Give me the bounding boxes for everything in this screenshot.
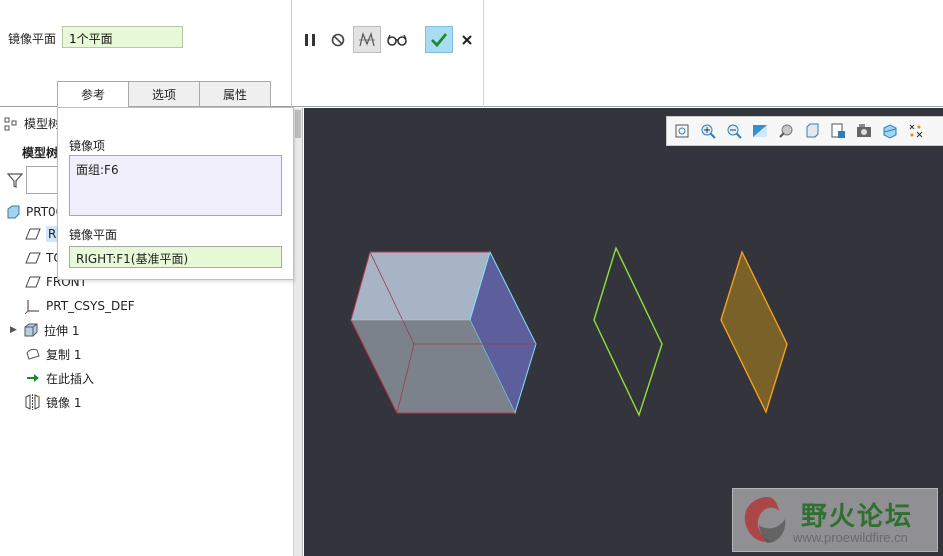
tree-item-label: 镜像 1 (46, 395, 82, 410)
zoom-in-icon[interactable] (699, 122, 717, 140)
mirror-plane-collector[interactable]: 1个平面 (62, 26, 183, 48)
watermark-title: 野火论坛 (801, 502, 914, 532)
tree-item-mirror[interactable]: * 镜像 1 (24, 391, 81, 413)
tab-properties[interactable]: 属性 (199, 81, 271, 107)
display-style-icon[interactable] (777, 122, 795, 140)
expand-arrow-icon[interactable]: ▶ (10, 325, 20, 335)
model-tree-icon (4, 117, 17, 130)
refit-icon[interactable] (673, 122, 691, 140)
tree-item-csys[interactable]: PRT_CSYS_DEF (24, 295, 135, 317)
references-panel: 镜像项 面组:F6 镜像平面 RIGHT:F1(基准平面) (57, 107, 294, 280)
no-preview-button[interactable] (324, 26, 352, 53)
tree-item-extrude[interactable]: ▶ 拉伸 1 (0, 319, 79, 341)
verify-button[interactable] (383, 26, 411, 53)
no-preview-icon (331, 33, 345, 46)
extrude-solid (351, 252, 536, 413)
tab-options[interactable]: 选项 (128, 81, 200, 107)
copy-icon (24, 346, 42, 362)
view-manager-icon[interactable] (829, 122, 847, 140)
mirror-items-label: 镜像项 (69, 139, 106, 153)
tree-item-copy[interactable]: 复制 1 (24, 343, 81, 365)
datum-plane-icon (24, 274, 42, 290)
datum-display-icon[interactable] (907, 122, 925, 140)
watermark: 野火论坛 www.proewildfire.cn (732, 488, 938, 552)
tree-scrollbar[interactable] (293, 108, 302, 556)
mirror-plane-label: 镜像平面 (8, 32, 57, 46)
tree-item-label: 拉伸 1 (44, 323, 80, 338)
mirror-icon: * (24, 394, 42, 410)
apply-check-icon (431, 32, 448, 47)
dashboard-left-section: 镜像平面 1个平面 参考 选项 属性 (0, 0, 292, 107)
csys-icon (24, 298, 42, 314)
tree-item-label: PRT_CSYS_DEF (46, 299, 135, 313)
model-tree-title: 模型树 (24, 117, 61, 131)
section-icon[interactable] (881, 122, 899, 140)
tree-item-label: 在此插入 (46, 371, 95, 386)
insert-here-arrow-icon (24, 370, 42, 386)
cancel-button[interactable] (453, 26, 481, 53)
mirror-dashboard: 镜像平面 1个平面 参考 选项 属性 (0, 0, 943, 107)
extrude-top-face (351, 252, 490, 320)
dashboard-controls (293, 0, 484, 107)
extrude-side-face (469, 250, 537, 415)
pause-button[interactable] (296, 26, 324, 53)
geometry-preview-icon (359, 31, 375, 46)
perspective-icon[interactable] (855, 122, 873, 140)
extrude-icon (22, 322, 40, 338)
watermark-logo-icon (744, 497, 786, 543)
svg-text:*: * (37, 394, 41, 402)
watermark-url: www.proewildfire.cn (793, 530, 908, 545)
tree-item-insert-here[interactable]: 在此插入 (24, 367, 94, 389)
datum-plane-icon (24, 226, 42, 242)
saved-views-icon[interactable] (803, 122, 821, 140)
model-tree-subtitle: 模型树 (22, 146, 59, 160)
verify-glasses-icon (387, 34, 407, 46)
cancel-x-icon (462, 34, 472, 45)
zoom-out-icon[interactable] (725, 122, 743, 140)
mirror-items-collector[interactable]: 面组:F6 (69, 155, 282, 216)
filter-icon[interactable] (6, 171, 24, 189)
graphics-window[interactable]: 野火论坛 www.proewildfire.cn (304, 108, 943, 556)
mirror-plane-panel-label: 镜像平面 (69, 228, 118, 242)
part-icon (4, 204, 22, 220)
copied-surface-outline (593, 246, 663, 417)
dashboard-tabs: 参考 选项 属性 (57, 81, 271, 107)
mirrored-surface (720, 250, 788, 414)
pause-icon (305, 33, 315, 46)
mirror-plane-panel-collector[interactable]: RIGHT:F1(基准平面) (69, 246, 282, 268)
tab-references[interactable]: 参考 (57, 81, 129, 107)
scrollbar-thumb[interactable] (295, 110, 301, 138)
geometry-preview-button[interactable] (353, 26, 381, 53)
model-tree-header: 模型树 (4, 115, 60, 132)
extrude-front-face (351, 320, 515, 413)
apply-button[interactable] (425, 26, 453, 53)
in-graphics-toolbar (666, 116, 943, 146)
repaint-icon[interactable] (751, 122, 769, 140)
tree-item-label: 复制 1 (46, 347, 82, 362)
datum-plane-icon (24, 250, 42, 266)
